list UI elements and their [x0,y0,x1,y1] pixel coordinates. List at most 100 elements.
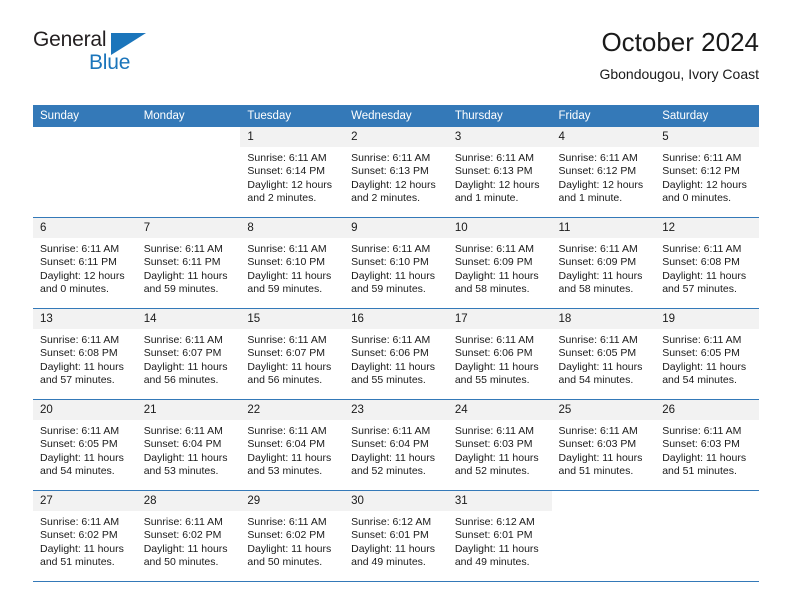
calendar-table: Sunday Monday Tuesday Wednesday Thursday… [33,105,759,582]
day-sun-info: Sunrise: 6:11 AM Sunset: 6:02 PM Daylight:… [33,511,137,570]
calendar-day-cell[interactable]: 9 Sunrise: 6:11 AM Sunset: 6:10 PM Daylight… [344,217,448,309]
calendar-day-cell[interactable]: 8 Sunrise: 6:11 AM Sunset: 6:10 PM Daylight… [240,217,345,309]
day-cell-inner: 13 Sunrise: 6:11 AM Sunset: 6:08 PM Dayligh… [33,309,137,399]
daylight-duration-line2: and 54 minutes. [40,465,115,478]
sunrise-time: Sunrise: 6:11 AM [247,425,327,437]
calendar-day-cell[interactable]: 5 Sunrise: 6:11 AM Sunset: 6:12 PM Daylight… [655,127,759,218]
sunset-time: Sunset: 6:03 PM [558,438,637,451]
calendar-day-cell[interactable]: 7 Sunrise: 6:11 AM Sunset: 6:11 PM Daylight… [136,217,241,309]
calendar-day-cell[interactable]: 14 Sunrise: 6:11 AM Sunset: 6:07 PM Dayligh… [136,308,241,400]
day-cell-inner: 2 Sunrise: 6:11 AM Sunset: 6:13 PM Daylight… [344,127,448,217]
daylight-duration-line2: and 2 minutes. [247,192,317,205]
day-cell-inner: 15 Sunrise: 6:11 AM Sunset: 6:07 PM Dayligh… [240,309,345,399]
logo-text-blue: Blue [89,51,131,74]
day-number: 19 [655,309,759,329]
daylight-duration-line1: Daylight: 11 hours [40,542,124,555]
day-number [551,491,656,511]
calendar-day-cell[interactable]: 30 Sunrise: 6:12 AM Sunset: 6:01 PM Dayligh… [344,490,448,582]
day-sun-info: Sunrise: 6:11 AM Sunset: 6:08 PM Daylight:… [33,329,137,388]
sunrise-time: Sunrise: 6:11 AM [351,334,431,346]
sunset-time: Sunset: 6:03 PM [662,438,740,451]
day-cell-inner: 20 Sunrise: 6:11 AM Sunset: 6:05 PM Dayligh… [33,400,137,490]
calendar-day-cell[interactable]: 31 Sunrise: 6:12 AM Sunset: 6:01 PM Dayligh… [447,490,552,582]
weekday-header-saturday: Saturday [655,105,759,127]
calendar-week-row: 13 Sunrise: 6:11 AM Sunset: 6:08 PM Dayligh… [33,308,759,400]
daylight-duration-line1: Daylight: 12 hours [662,178,747,191]
day-sun-info: Sunrise: 6:11 AM Sunset: 6:12 PM Daylight:… [552,147,656,206]
general-blue-logo[interactable]: General Blue [33,28,163,80]
calendar-day-cell[interactable]: 21 Sunrise: 6:11 AM Sunset: 6:04 PM Dayligh… [136,399,241,491]
calendar-day-cell[interactable]: 22 Sunrise: 6:11 AM Sunset: 6:04 PM Dayligh… [240,399,345,491]
calendar-day-cell[interactable]: 17 Sunrise: 6:11 AM Sunset: 6:06 PM Dayligh… [447,308,552,400]
calendar-day-cell[interactable]: 3 Sunrise: 6:11 AM Sunset: 6:13 PM Daylight… [447,127,552,218]
calendar-day-cell[interactable]: 2 Sunrise: 6:11 AM Sunset: 6:13 PM Daylight… [344,127,448,218]
day-cell-inner: 12 Sunrise: 6:11 AM Sunset: 6:08 PM Dayligh… [655,218,759,308]
day-number: 23 [344,400,448,420]
day-cell-inner: 18 Sunrise: 6:11 AM Sunset: 6:05 PM Dayligh… [551,309,656,399]
sunset-time: Sunset: 6:13 PM [351,165,429,178]
day-cell-inner [551,491,656,581]
sunrise-time: Sunrise: 6:11 AM [143,243,223,255]
daylight-duration-line2: and 53 minutes. [247,465,323,478]
calendar-day-cell[interactable]: 10 Sunrise: 6:11 AM Sunset: 6:09 PM Dayligh… [447,217,552,309]
daylight-duration-line1: Daylight: 11 hours [351,542,435,555]
daylight-duration-line2: and 49 minutes. [454,556,530,569]
day-sun-info: Sunrise: 6:11 AM Sunset: 6:03 PM Daylight:… [655,420,759,479]
sunrise-time: Sunrise: 6:11 AM [662,425,742,437]
daylight-duration-line1: Daylight: 11 hours [558,451,643,464]
calendar-day-cell[interactable]: 24 Sunrise: 6:11 AM Sunset: 6:03 PM Dayligh… [447,399,552,491]
sunrise-time: Sunrise: 6:11 AM [40,516,120,528]
daylight-duration-line2: and 52 minutes. [351,465,426,478]
sunrise-time: Sunrise: 6:11 AM [351,243,431,255]
calendar-day-cell[interactable]: 23 Sunrise: 6:11 AM Sunset: 6:04 PM Dayligh… [344,399,448,491]
day-number: 8 [240,218,345,238]
calendar-day-cell[interactable]: 15 Sunrise: 6:11 AM Sunset: 6:07 PM Dayligh… [240,308,345,400]
sunset-time: Sunset: 6:02 PM [40,529,118,542]
day-sun-info: Sunrise: 6:11 AM Sunset: 6:04 PM Daylight:… [137,420,241,479]
calendar-day-cell[interactable]: 28 Sunrise: 6:11 AM Sunset: 6:02 PM Dayligh… [136,490,241,582]
daylight-duration-line2: and 1 minute. [454,192,519,205]
sunset-time: Sunset: 6:10 PM [247,256,326,269]
calendar-day-cell[interactable]: 26 Sunrise: 6:11 AM Sunset: 6:03 PM Dayligh… [655,399,759,491]
sunrise-time: Sunrise: 6:11 AM [454,425,534,437]
day-sun-info: Sunrise: 6:11 AM Sunset: 6:07 PM Daylight:… [137,329,241,388]
sunset-time: Sunset: 6:11 PM [40,256,117,269]
daylight-duration-line2: and 49 minutes. [351,556,426,569]
day-sun-info: Sunrise: 6:11 AM Sunset: 6:10 PM Daylight:… [240,238,344,297]
daylight-duration-line1: Daylight: 11 hours [454,542,539,555]
page-title: October 2024 [601,27,759,57]
day-cell-inner: 16 Sunrise: 6:11 AM Sunset: 6:06 PM Dayligh… [344,309,448,399]
calendar-day-cell[interactable]: 18 Sunrise: 6:11 AM Sunset: 6:05 PM Dayligh… [551,308,656,400]
daylight-duration-line2: and 57 minutes. [662,283,737,296]
day-sun-info: Sunrise: 6:11 AM Sunset: 6:04 PM Daylight:… [240,420,344,479]
calendar-day-cell[interactable]: 25 Sunrise: 6:11 AM Sunset: 6:03 PM Dayligh… [551,399,656,491]
daylight-duration-line1: Daylight: 11 hours [558,360,643,373]
weekday-header-thursday: Thursday [447,105,552,127]
day-cell-inner: 19 Sunrise: 6:11 AM Sunset: 6:05 PM Dayligh… [655,309,759,399]
calendar-day-cell[interactable]: 1 Sunrise: 6:11 AM Sunset: 6:14 PM Daylight… [240,127,345,218]
sunrise-time: Sunrise: 6:11 AM [40,334,120,346]
day-number: 1 [240,127,345,147]
calendar-day-cell[interactable]: 29 Sunrise: 6:11 AM Sunset: 6:02 PM Dayligh… [240,490,345,582]
calendar-day-cell[interactable]: 19 Sunrise: 6:11 AM Sunset: 6:05 PM Dayligh… [655,308,759,400]
weekday-header-sunday: Sunday [33,105,137,127]
daylight-duration-line2: and 59 minutes. [143,283,219,296]
sunset-time: Sunset: 6:01 PM [454,529,533,542]
daylight-duration-line2: and 56 minutes. [143,374,219,387]
calendar-day-cell[interactable]: 20 Sunrise: 6:11 AM Sunset: 6:05 PM Dayligh… [33,399,137,491]
calendar-day-cell[interactable]: 12 Sunrise: 6:11 AM Sunset: 6:08 PM Dayligh… [655,217,759,309]
sunset-time: Sunset: 6:12 PM [558,165,637,178]
calendar-day-cell[interactable]: 27 Sunrise: 6:11 AM Sunset: 6:02 PM Dayligh… [33,490,137,582]
day-number: 2 [344,127,448,147]
day-number: 11 [551,218,656,238]
calendar-day-cell[interactable]: 13 Sunrise: 6:11 AM Sunset: 6:08 PM Dayligh… [33,308,137,400]
day-cell-inner: 27 Sunrise: 6:11 AM Sunset: 6:02 PM Dayligh… [33,491,137,581]
calendar-day-cell[interactable]: 11 Sunrise: 6:11 AM Sunset: 6:09 PM Dayligh… [551,217,656,309]
sunset-time: Sunset: 6:10 PM [351,256,429,269]
calendar-day-cell[interactable]: 16 Sunrise: 6:11 AM Sunset: 6:06 PM Dayligh… [344,308,448,400]
calendar-body: 1 Sunrise: 6:11 AM Sunset: 6:14 PM Daylight… [33,127,759,582]
daylight-duration-line2: and 58 minutes. [558,283,634,296]
calendar-day-cell[interactable]: 4 Sunrise: 6:11 AM Sunset: 6:12 PM Daylight… [551,127,656,218]
calendar-week-row: 1 Sunrise: 6:11 AM Sunset: 6:14 PM Daylight… [33,127,759,218]
calendar-day-cell[interactable]: 6 Sunrise: 6:11 AM Sunset: 6:11 PM Daylight… [33,217,137,309]
